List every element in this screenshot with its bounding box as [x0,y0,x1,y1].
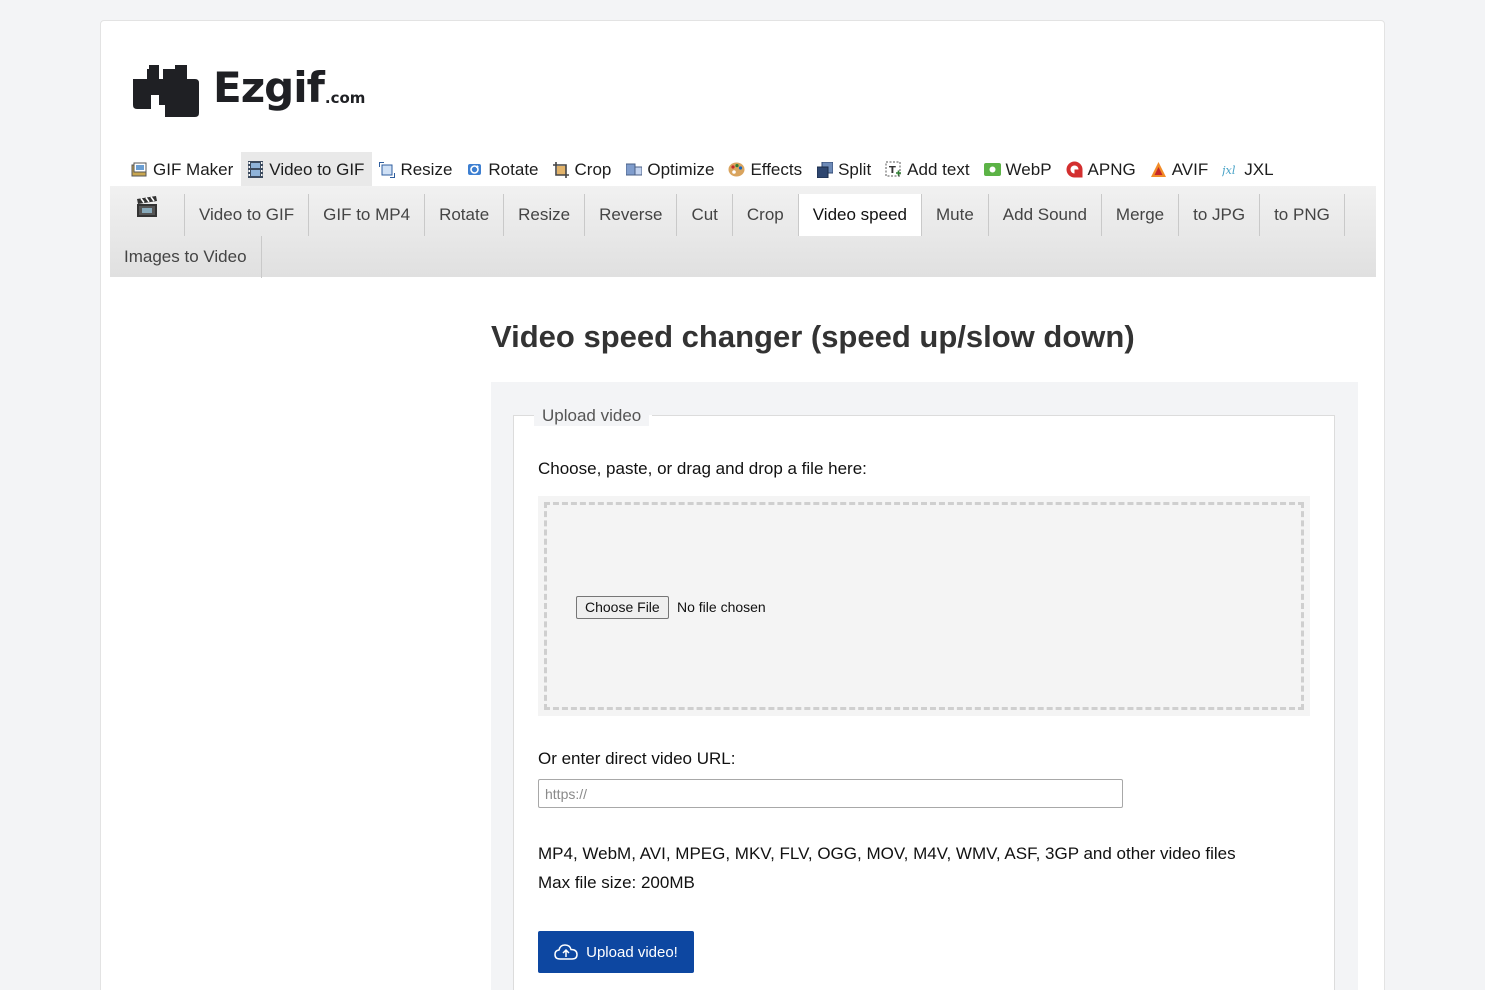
nav-crop[interactable]: Crop [547,152,620,187]
logo-suffix: .com [324,89,366,107]
subnav-rotate[interactable]: Rotate [425,194,505,236]
apng-icon [1066,161,1083,178]
gif-maker-icon [131,161,148,178]
logo-wordmark: Ezgif [213,63,325,112]
nav-label: APNG [1087,159,1136,179]
file-dropzone[interactable]: Choose File No file chosen [538,496,1310,716]
nav-label: GIF Maker [153,159,234,179]
nav-avif[interactable]: AVIF [1144,152,1217,187]
upload-fieldset: Upload video Choose, paste, or drag and … [513,406,1335,990]
svg-text:jxl: jxl [1222,162,1236,176]
video-tools-subnav: Video to GIF GIF to MP4 Rotate Resize Re… [110,186,1376,278]
upload-panel: Upload video Choose, paste, or drag and … [491,382,1358,990]
clapperboard-icon [137,196,157,217]
svg-text:T: T [889,165,896,176]
site-logo[interactable]: Ezgif .com [133,59,365,117]
nav-label: Crop [574,159,612,179]
nav-label: Add text [907,159,970,179]
nav-label: Optimize [647,159,715,179]
fieldset-legend: Upload video [534,406,650,426]
subnav-gif-to-mp4[interactable]: GIF to MP4 [309,194,426,236]
url-label: Or enter direct video URL: [538,749,736,768]
supported-formats-text: MP4, WebM, AVI, MPEG, MKV, FLV, OGG, MOV… [538,844,1236,863]
crop-icon [553,161,570,178]
avif-icon [1150,161,1167,178]
subnav-merge[interactable]: Merge [1102,194,1180,236]
subnav-mute[interactable]: Mute [922,194,989,236]
file-status-text: No file chosen [677,599,766,615]
upload-video-button[interactable]: Upload video! [538,931,694,973]
nav-label: AVIF [1171,159,1209,179]
nav-split[interactable]: Split [810,152,879,187]
film-icon [247,161,264,178]
nav-apng[interactable]: APNG [1060,152,1144,187]
nav-label: Rotate [488,159,539,179]
subnav-to-jpg[interactable]: to JPG [1179,194,1261,236]
nav-effects[interactable]: Effects [722,152,810,187]
nav-add-text[interactable]: T Add text [879,152,977,187]
optimize-icon [625,161,642,178]
nav-rotate[interactable]: Rotate [460,152,546,187]
choose-file-button[interactable]: Choose File [576,596,669,619]
ezgif-logo-icon [133,65,199,117]
nav-label: Video to GIF [269,159,365,179]
subnav-cut[interactable]: Cut [677,194,733,236]
add-text-icon: T [885,161,902,178]
palette-icon [728,161,745,178]
subnav-video-to-gif[interactable]: Video to GIF [185,194,310,236]
dropzone-border[interactable]: Choose File No file chosen [544,502,1304,710]
rotate-icon [466,161,483,178]
subnav-video-speed[interactable]: Video speed [798,194,922,236]
subnav-images-to-video[interactable]: Images to Video [110,236,262,278]
cloud-upload-icon [554,944,578,960]
page-title: Video speed changer (speed up/slow down) [491,319,1135,354]
split-icon [816,161,833,178]
subnav-crop[interactable]: Crop [733,194,799,236]
max-file-size-text: Max file size: 200MB [538,873,695,892]
file-choose-label: Choose, paste, or drag and drop a file h… [538,459,867,478]
resize-icon [378,161,395,178]
nav-optimize[interactable]: Optimize [619,152,722,187]
nav-video-to-gif[interactable]: Video to GIF [241,152,373,187]
nav-label: Split [838,159,872,179]
nav-label: Resize [400,159,453,179]
nav-gif-maker[interactable]: GIF Maker [125,152,241,187]
subnav-resize[interactable]: Resize [504,194,586,236]
subnav-home[interactable] [110,194,185,236]
nav-label: Effects [750,159,803,179]
webp-icon [983,161,1001,178]
jxl-icon: jxl [1222,161,1239,178]
video-url-input[interactable] [538,779,1123,808]
subnav-to-png[interactable]: to PNG [1260,194,1345,236]
nav-label: JXL [1244,159,1274,179]
nav-jxl[interactable]: jxl JXL [1216,152,1281,187]
nav-resize[interactable]: Resize [372,152,460,187]
main-nav: GIF Maker Video to GIF Resize Rotate Cro… [125,152,1282,187]
nav-webp[interactable]: WebP [978,152,1060,187]
upload-button-label: Upload video! [586,943,678,961]
nav-label: WebP [1005,159,1052,179]
subnav-add-sound[interactable]: Add Sound [989,194,1102,236]
subnav-reverse[interactable]: Reverse [585,194,678,236]
page-container: Ezgif .com GIF Maker Video to GIF Resize [100,20,1385,990]
